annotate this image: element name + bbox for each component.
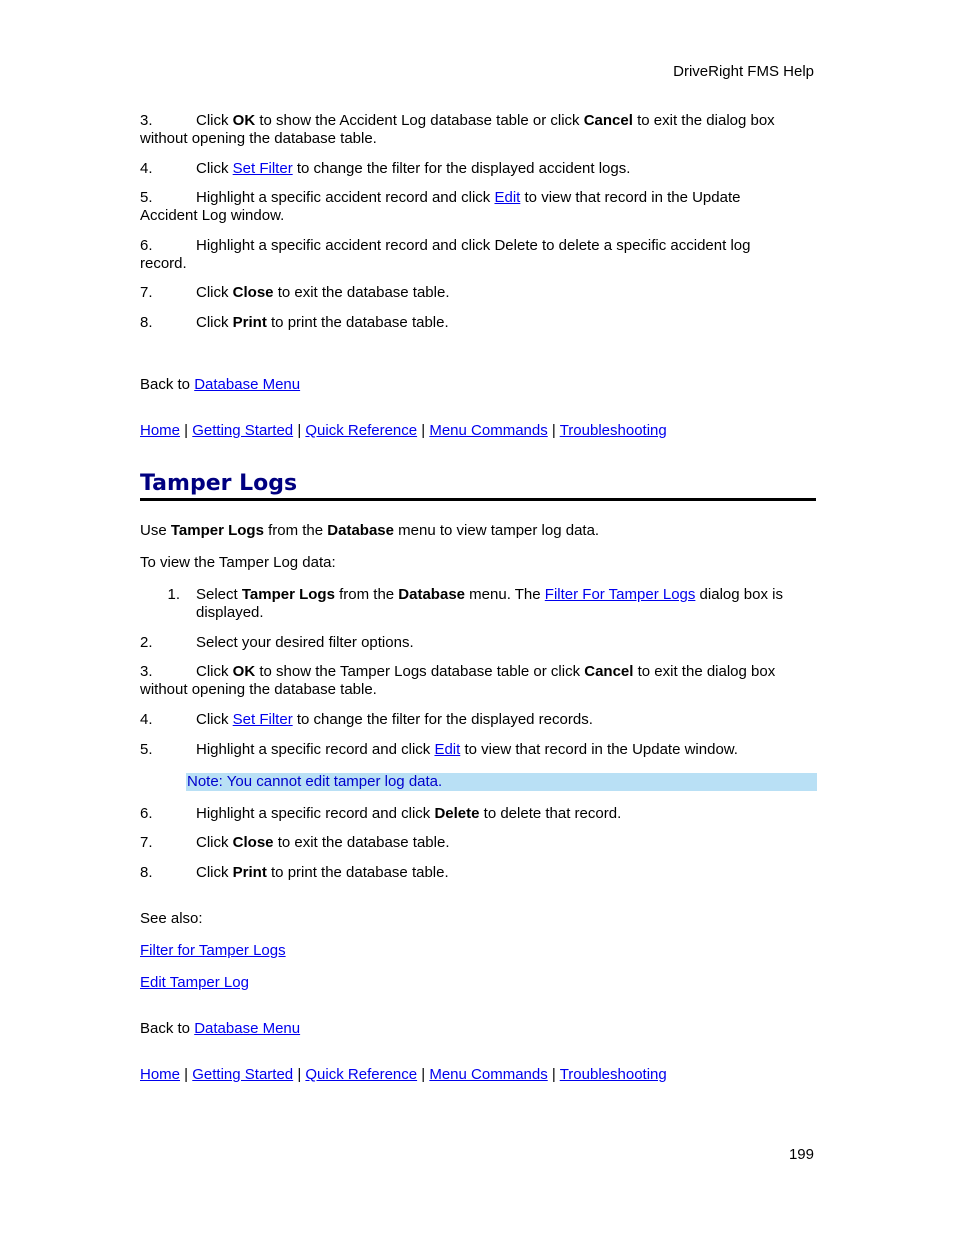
- nav-quick-reference-link[interactable]: Quick Reference: [305, 422, 417, 439]
- see-also-label: See also:: [140, 910, 203, 927]
- nav-home-link[interactable]: Home: [140, 1066, 180, 1083]
- accident-step-5-continuation: Accident Log window.: [140, 207, 285, 224]
- step-text: to print the database table.: [266, 314, 449, 331]
- accident-step-6-continuation: record.: [140, 255, 187, 272]
- tamper-step-6: 6. Highlight a specific record and click …: [140, 805, 622, 822]
- step-number: 4.: [140, 160, 153, 177]
- tamper-step-3-continuation: without opening the database table.: [140, 681, 377, 698]
- set-filter-link[interactable]: Set Filter: [233, 160, 293, 177]
- nav-quick-reference-link[interactable]: Quick Reference: [305, 1066, 417, 1083]
- step-text: to view that record in the Update: [520, 189, 741, 206]
- step-number: 1.: [167, 586, 180, 603]
- step-number: 8.: [140, 864, 153, 881]
- accident-step-8: 8. Click Print to print the database tabl…: [140, 314, 449, 332]
- accident-step-3-continuation: without opening the database table.: [140, 130, 377, 147]
- accident-step-6: 6. Highlight a specific accident record a…: [140, 237, 750, 255]
- step-text: to exit the database table.: [273, 284, 450, 301]
- tamper-step-4: 4. Click Set Filter to change the filter …: [140, 711, 593, 728]
- database-menu-link[interactable]: Database Menu: [194, 1020, 300, 1037]
- step-number: 2.: [140, 634, 153, 651]
- set-filter-link[interactable]: Set Filter: [233, 711, 293, 728]
- nav-links-top: Home | Getting Started | Quick Reference…: [140, 422, 667, 440]
- accident-step-4: 4. Click Set Filter to change the filter …: [140, 160, 630, 178]
- step-text: Click: [196, 314, 233, 331]
- tamper-intro: Use Tamper Logs from the Database menu t…: [140, 522, 600, 539]
- tamper-step-7: 7. Click Close to exit the database table…: [140, 834, 450, 851]
- nav-troubleshooting-link[interactable]: Troubleshooting: [560, 1066, 667, 1083]
- tamper-lead-text: To view the Tamper Log data:: [140, 554, 336, 571]
- back-to-label: Back to: [140, 376, 195, 393]
- step-number: 8.: [140, 314, 153, 331]
- accident-step-3: 3. Click OK to show the Accident Log data…: [140, 112, 775, 130]
- document-header-title: DriveRight FMS Help: [673, 63, 814, 80]
- see-also-item: Filter for Tamper Logs: [140, 942, 286, 960]
- database-menu-link[interactable]: Database Menu: [194, 376, 300, 393]
- nav-getting-started-link[interactable]: Getting Started: [192, 1066, 293, 1083]
- nav-home-link[interactable]: Home: [140, 422, 180, 439]
- accident-step-7: 7. Click Close to exit the database table…: [140, 284, 450, 302]
- nav-menu-commands-link[interactable]: Menu Commands: [429, 1066, 547, 1083]
- edit-link[interactable]: Edit: [494, 189, 520, 206]
- tamper-step-5: 5. Highlight a specific record and click …: [140, 741, 738, 758]
- nav-separator: |: [547, 422, 560, 439]
- tamper-step-1: 1. Select Tamper Logs from the Database m…: [140, 586, 782, 604]
- tamper-step-8: 8. Click Print to print the database tabl…: [140, 864, 449, 881]
- tamper-step-1-continuation: displayed.: [196, 604, 264, 621]
- page-number: 199: [788, 1146, 814, 1163]
- step-text: Highlight a specific accident record and…: [196, 189, 495, 206]
- note-callout: Note: You cannot edit tamper log data.: [186, 773, 817, 791]
- nav-separator: |: [180, 422, 193, 439]
- see-also-item: Edit Tamper Log: [140, 974, 249, 992]
- step-number: 6.: [140, 805, 153, 822]
- step-number: 5.: [140, 189, 153, 206]
- nav-separator: |: [417, 1066, 430, 1083]
- step-text: Highlight a specific accident record and…: [196, 237, 751, 254]
- heading-underline-divider: [140, 498, 816, 501]
- step-text: Click: [196, 284, 233, 301]
- step-number: 3.: [140, 112, 153, 129]
- edit-link[interactable]: Edit: [434, 741, 460, 758]
- step-number: 7.: [140, 834, 153, 851]
- filter-for-tamper-logs-see-also-link[interactable]: Filter for Tamper Logs: [140, 942, 286, 959]
- nav-separator: |: [293, 1066, 306, 1083]
- nav-separator: |: [417, 422, 430, 439]
- step-text: Click OK to show the Accident Log databa…: [196, 112, 775, 129]
- nav-troubleshooting-link[interactable]: Troubleshooting: [560, 422, 667, 439]
- tamper-step-2: 2. Select your desired filter options.: [140, 634, 414, 652]
- edit-tamper-log-link[interactable]: Edit Tamper Log: [140, 974, 249, 991]
- back-to-label: Back to: [140, 1020, 195, 1037]
- step-text: Select your desired filter options.: [196, 634, 414, 651]
- accident-step-5: 5. Highlight a specific accident record a…: [140, 189, 740, 207]
- bold-term: Close: [232, 284, 274, 301]
- step-number: 7.: [140, 284, 153, 301]
- section-heading-tamper-logs: Tamper Logs: [140, 471, 298, 496]
- nav-getting-started-link[interactable]: Getting Started: [192, 422, 293, 439]
- bold-term: Print: [232, 314, 267, 331]
- step-number: 6.: [140, 237, 153, 254]
- nav-links-bottom: Home | Getting Started | Quick Reference…: [140, 1066, 667, 1084]
- step-number: 4.: [140, 711, 153, 728]
- nav-separator: |: [547, 1066, 560, 1083]
- back-to-database-menu: Back to Database Menu: [140, 376, 300, 394]
- filter-for-tamper-logs-link[interactable]: Filter For Tamper Logs: [545, 586, 696, 603]
- nav-separator: |: [180, 1066, 193, 1083]
- back-to-database-menu: Back to Database Menu: [140, 1020, 300, 1038]
- nav-menu-commands-link[interactable]: Menu Commands: [429, 422, 547, 439]
- nav-separator: |: [293, 422, 306, 439]
- tamper-step-3: 3. Click OK to show the Tamper Logs datab…: [140, 663, 776, 680]
- step-number: 3.: [140, 663, 153, 680]
- step-text: to change the filter for the displayed a…: [292, 160, 631, 177]
- step-text: Click: [196, 160, 233, 177]
- step-number: 5.: [140, 741, 153, 758]
